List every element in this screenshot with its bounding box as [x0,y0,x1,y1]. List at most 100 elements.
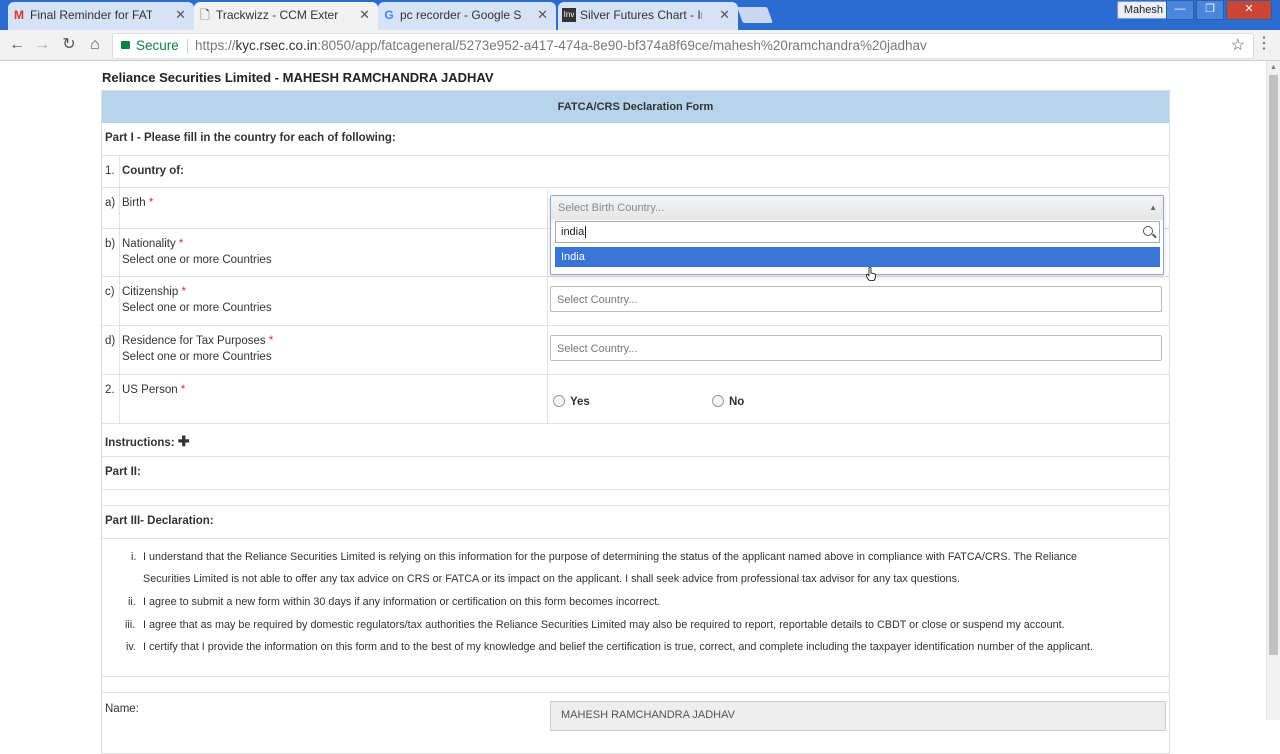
declaration-line: I understand that the Reliance Securitie… [143,551,1078,563]
form-title: FATCA/CRS Declaration Form [102,91,1169,123]
divider [547,277,548,325]
divider [119,188,120,228]
us-person-number: 2. [105,384,115,396]
tab-label: Silver Futures Chart - Inv [580,8,702,22]
minimize-icon[interactable]: — [1166,0,1194,20]
close-icon[interactable]: ✕ [719,2,730,28]
tab-label: pc recorder - Google Sea [400,8,522,22]
citizenship-label: Citizenship * [122,286,186,298]
secure-label: Secure [136,38,179,53]
search-icon [1143,226,1153,236]
divider [119,277,120,325]
bookmark-star-icon[interactable]: ☆ [1231,34,1245,58]
page-scrollbar[interactable]: ▲ [1266,61,1280,720]
tab-investing[interactable]: Inv Silver Futures Chart - Inv ✕ [558,2,738,30]
residence-letter: d) [105,335,116,347]
dropdown-option-india[interactable]: India [555,247,1160,267]
birth-country-dropdown[interactable]: Select Birth Country... ▲ india India [550,195,1164,275]
part3-row: Part III- Declaration: [102,506,1169,539]
new-tab-button[interactable] [737,7,773,23]
url-text[interactable]: https://kyc.rsec.co.in:8050/app/fatcagen… [195,34,927,58]
part3-heading: Part III- Declaration: [105,515,214,527]
tab-google[interactable]: G pc recorder - Google Sea ✕ [378,2,556,30]
citizenship-select[interactable]: Select Country... [550,286,1162,312]
scrollbar-thumb[interactable] [1269,75,1278,655]
tab-strip: M Final Reminder for FATC ✕ 🗋 Trackwizz … [0,0,1280,30]
us-person-row: 2. US Person * Yes No [102,375,1169,424]
required-marker: * [148,197,154,209]
back-arrow-icon[interactable]: ← [6,34,28,56]
tab-label: Trackwizz - CCM External [216,8,338,22]
us-person-no-option[interactable]: No [712,395,744,408]
country-search-input[interactable]: india [555,221,1160,243]
radio-yes[interactable] [553,395,565,407]
url-path: :8050/app/fatcageneral/5273e952-a417-474… [317,38,927,53]
part2-heading: Part II: [105,466,141,478]
forward-arrow-icon[interactable]: → [31,34,53,56]
divider [547,229,548,276]
nationality-letter: b) [105,238,116,250]
divider [119,156,120,187]
declaration-item: i. I understand that the Reliance Securi… [131,546,1077,590]
radio-no-label: No [729,396,745,408]
name-row: Name: MAHESH RAMCHANDRA JADHAV [102,693,1169,753]
gmail-icon: M [14,8,24,22]
declaration-line: I certify that I provide the information… [143,641,1094,653]
residence-label-text: Residence for Tax Purposes [122,335,266,347]
declaration-number: iv. [126,641,136,653]
tab-gmail[interactable]: M Final Reminder for FATC ✕ [8,2,194,30]
required-marker: * [180,384,186,396]
close-icon[interactable]: ✕ [537,2,548,28]
page-icon: 🗋 [200,8,210,22]
declaration-line: Securities Limited is not able to offer … [143,573,960,585]
birth-letter: a) [105,197,116,209]
restore-icon[interactable]: ❐ [1196,0,1224,20]
instructions-row[interactable]: Instructions: ✚ [102,424,1169,457]
menu-dots-icon[interactable]: ⋮ [1256,33,1272,53]
citizenship-row: c) Citizenship * Select one or more Coun… [102,277,1169,326]
reload-icon[interactable]: ↻ [58,34,80,56]
name-field[interactable]: MAHESH RAMCHANDRA JADHAV [550,701,1166,731]
country-of-row: 1. Country of: [102,156,1169,188]
radio-yes-label: Yes [570,396,590,408]
lock-icon [121,41,130,49]
caret-up-icon[interactable]: ▲ [1149,196,1157,220]
url-host: kyc.rsec.co.in [235,38,318,53]
close-icon[interactable]: ✕ [359,2,370,28]
text-caret [585,226,587,238]
divider [119,326,120,374]
plus-icon[interactable]: ✚ [178,433,190,449]
tab-trackwizz[interactable]: 🗋 Trackwizz - CCM External ✕ [194,2,378,30]
residence-select[interactable]: Select Country... [550,335,1162,361]
scroll-up-icon[interactable]: ▲ [1270,64,1277,71]
google-icon: G [384,8,394,22]
divider [547,375,548,423]
fatca-form: FATCA/CRS Declaration Form Part I - Plea… [101,90,1170,754]
secure-indicator[interactable]: Secure [121,34,179,58]
address-bar[interactable]: Secure https://kyc.rsec.co.in:8050/app/f… [112,33,1254,59]
us-person-label: US Person * [122,384,185,396]
part2-row: Part II: [102,457,1169,490]
close-window-icon[interactable]: ✕ [1226,0,1272,20]
required-marker: * [268,335,274,347]
required-marker: * [181,286,186,298]
us-person-yes-option[interactable]: Yes [553,395,590,408]
name-label: Name: [105,703,139,715]
nationality-label: Nationality * [122,238,183,250]
close-icon[interactable]: ✕ [175,2,186,28]
radio-no[interactable] [712,395,724,407]
divider [119,375,120,423]
required-marker: * [178,238,184,250]
citizenship-label-text: Citizenship [122,286,179,298]
home-icon[interactable]: ⌂ [84,34,106,56]
birth-country-select[interactable]: Select Birth Country... ▲ [551,196,1163,220]
investing-icon: Inv [562,8,576,22]
browser-toolbar: ← → ↻ ⌂ Secure https://kyc.rsec.co.in:80… [0,30,1280,61]
user-badge[interactable]: Mahesh [1116,1,1170,19]
part1-row: Part I - Please fill in the country for … [102,123,1169,156]
url-scheme: https:// [195,38,236,53]
residence-hint: Select one or more Countries [122,351,272,363]
residence-row: d) Residence for Tax Purposes * Select o… [102,326,1169,375]
instructions-toggle[interactable]: Instructions: ✚ [105,433,190,450]
citizenship-hint: Select one or more Countries [122,302,272,314]
